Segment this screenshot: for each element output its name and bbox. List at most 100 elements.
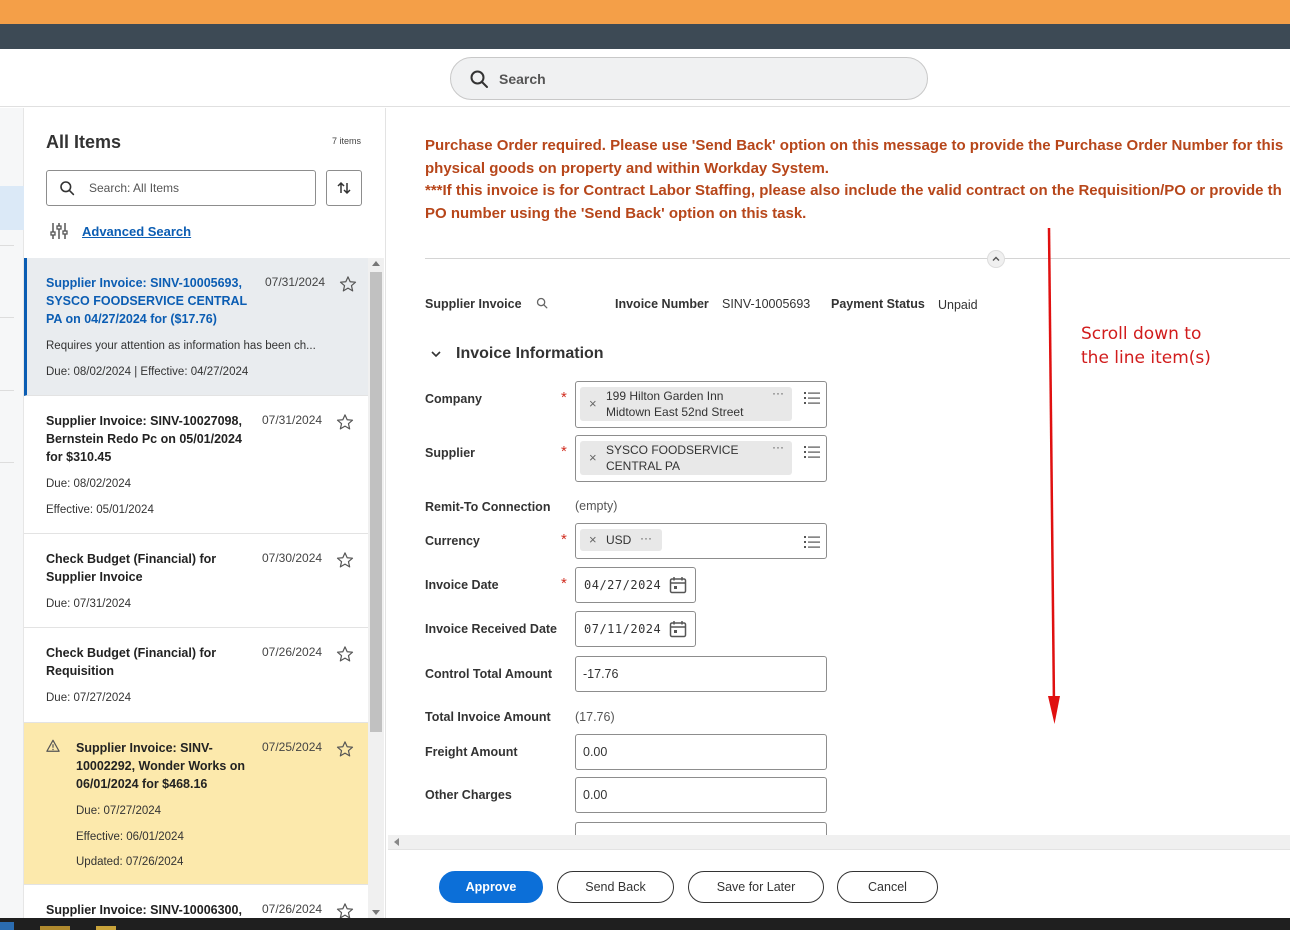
calendar-icon[interactable] xyxy=(669,620,687,638)
more-options-icon[interactable]: ··· xyxy=(772,385,784,401)
list-item-title: Supplier Invoice: SINV-10027098, Bernste… xyxy=(46,414,242,464)
invoice-date-field[interactable]: 04/27/2024 xyxy=(575,567,696,603)
list-search-input[interactable] xyxy=(89,179,299,197)
more-options-icon[interactable]: ··· xyxy=(640,530,652,546)
received-date-field[interactable]: 07/11/2024 xyxy=(575,611,696,647)
list-item-due: Due: 07/31/2024 xyxy=(46,598,132,610)
star-icon[interactable] xyxy=(336,902,354,918)
list-prompt-icon[interactable] xyxy=(804,535,820,549)
other-charges-label: Other Charges xyxy=(425,788,512,802)
header xyxy=(0,49,1290,107)
list-item[interactable]: Supplier Invoice: SINV-10005693, SYSCO F… xyxy=(24,258,368,396)
list-item[interactable]: Check Budget (Financial) for Requisition… xyxy=(24,628,368,723)
list-item-title: Check Budget (Financial) for Supplier In… xyxy=(46,552,217,584)
star-icon[interactable] xyxy=(336,413,354,431)
control-total-field[interactable] xyxy=(575,656,827,692)
sort-button[interactable] xyxy=(326,170,362,206)
star-icon[interactable] xyxy=(336,551,354,569)
list-item[interactable]: Supplier Invoice: SINV-10006300, 07/26/2… xyxy=(24,885,368,918)
control-total-label: Control Total Amount xyxy=(425,667,553,681)
payment-status-label: Payment Status xyxy=(831,297,925,311)
currency-field[interactable]: × USD ··· xyxy=(575,523,827,559)
freight-input[interactable] xyxy=(583,745,813,759)
scroll-thumb[interactable] xyxy=(370,272,382,732)
advanced-search-link[interactable]: Advanced Search xyxy=(82,224,191,239)
alert-message: Purchase Order required. Please use 'Sen… xyxy=(425,135,1290,226)
company-label: Company xyxy=(425,392,482,406)
left-rail-divider xyxy=(0,390,14,391)
company-field[interactable]: × 199 Hilton Garden Inn Midtown East 52n… xyxy=(575,381,827,428)
inbox-items: Supplier Invoice: SINV-10005693, SYSCO F… xyxy=(24,258,368,918)
close-icon[interactable]: × xyxy=(589,532,597,548)
approve-button[interactable]: Approve xyxy=(439,871,543,903)
currency-value: USD xyxy=(606,533,632,547)
collapse-alert-button[interactable] xyxy=(987,250,1005,268)
invoice-number-label: Invoice Number xyxy=(615,297,709,311)
advanced-search[interactable]: Advanced Search xyxy=(50,222,191,240)
top-nav-bar xyxy=(0,24,1290,49)
search-icon xyxy=(60,181,75,196)
other-charges-input[interactable] xyxy=(583,788,813,802)
list-item[interactable]: Supplier Invoice: SINV-10027098, Bernste… xyxy=(24,396,368,534)
left-rail-divider xyxy=(0,245,14,246)
list-item-title: Supplier Invoice: SINV-10005693, SYSCO F… xyxy=(46,276,247,326)
task-detail: Purchase Order required. Please use 'Sen… xyxy=(388,108,1290,835)
close-icon[interactable]: × xyxy=(589,396,597,412)
currency-label: Currency xyxy=(425,534,480,548)
horizontal-scrollbar[interactable] xyxy=(388,835,1290,849)
list-scrollbar[interactable] xyxy=(368,258,384,918)
taskbar-app-icon[interactable] xyxy=(0,922,14,930)
list-prompt-icon[interactable] xyxy=(804,391,820,405)
list-prompt-icon[interactable] xyxy=(804,445,820,459)
currency-pill[interactable]: × USD ··· xyxy=(580,529,662,551)
list-item[interactable]: Check Budget (Financial) for Supplier In… xyxy=(24,534,368,628)
star-icon[interactable] xyxy=(339,275,357,293)
filter-sliders-icon xyxy=(50,223,68,239)
list-item-title: Supplier Invoice: SINV-10002292, Wonder … xyxy=(76,741,246,791)
global-search-input[interactable] xyxy=(499,68,899,90)
left-rail xyxy=(0,108,24,918)
required-marker: * xyxy=(561,575,567,592)
search-icon[interactable] xyxy=(536,297,548,309)
scroll-left-arrow[interactable] xyxy=(394,838,399,846)
star-icon[interactable] xyxy=(336,740,354,758)
left-rail-selected[interactable] xyxy=(0,186,24,230)
search-icon xyxy=(470,70,488,88)
invoice-information-section[interactable]: Invoice Information xyxy=(430,345,604,363)
company-pill[interactable]: × 199 Hilton Garden Inn Midtown East 52n… xyxy=(580,385,792,421)
list-item[interactable]: Supplier Invoice: SINV-10002292, Wonder … xyxy=(24,723,368,885)
scroll-down-arrow[interactable] xyxy=(372,910,380,915)
send-back-button[interactable]: Send Back xyxy=(557,871,674,903)
payment-status-value: Unpaid xyxy=(938,298,978,312)
invoice-date-value: 04/27/2024 xyxy=(584,578,662,592)
list-item-date: 07/26/2024 xyxy=(262,902,323,916)
list-item-due: Due: 07/27/2024 xyxy=(46,692,132,704)
next-field-partial[interactable] xyxy=(575,822,827,835)
supplier-pill[interactable]: × SYSCO FOODSERVICE CENTRAL PA ··· xyxy=(580,439,792,475)
star-icon[interactable] xyxy=(336,645,354,663)
scroll-up-arrow[interactable] xyxy=(372,261,380,266)
list-item-due: Due: 07/27/2024 xyxy=(76,805,162,817)
warning-icon xyxy=(46,739,60,752)
required-marker: * xyxy=(561,443,567,460)
more-options-icon[interactable]: ··· xyxy=(772,439,784,455)
global-search[interactable] xyxy=(450,57,928,100)
cancel-button[interactable]: Cancel xyxy=(837,871,938,903)
list-search[interactable] xyxy=(46,170,316,206)
save-for-later-button[interactable]: Save for Later xyxy=(688,871,824,903)
freight-label: Freight Amount xyxy=(425,745,518,759)
supplier-field[interactable]: × SYSCO FOODSERVICE CENTRAL PA ··· xyxy=(575,435,827,482)
os-taskbar xyxy=(0,918,1290,930)
list-item-date: 07/26/2024 xyxy=(262,645,323,659)
scroll-down-arrow-annotation xyxy=(1047,227,1060,724)
list-item-date: 07/31/2024 xyxy=(265,275,326,289)
item-count: 7 items xyxy=(331,136,361,146)
calendar-icon[interactable] xyxy=(669,576,687,594)
freight-field[interactable] xyxy=(575,734,827,770)
other-charges-field[interactable] xyxy=(575,777,827,813)
taskbar-app-icon[interactable] xyxy=(40,926,70,930)
taskbar-app-icon[interactable] xyxy=(96,926,116,930)
close-icon[interactable]: × xyxy=(589,450,597,466)
left-rail-divider xyxy=(0,317,14,318)
control-total-input[interactable] xyxy=(583,667,813,681)
